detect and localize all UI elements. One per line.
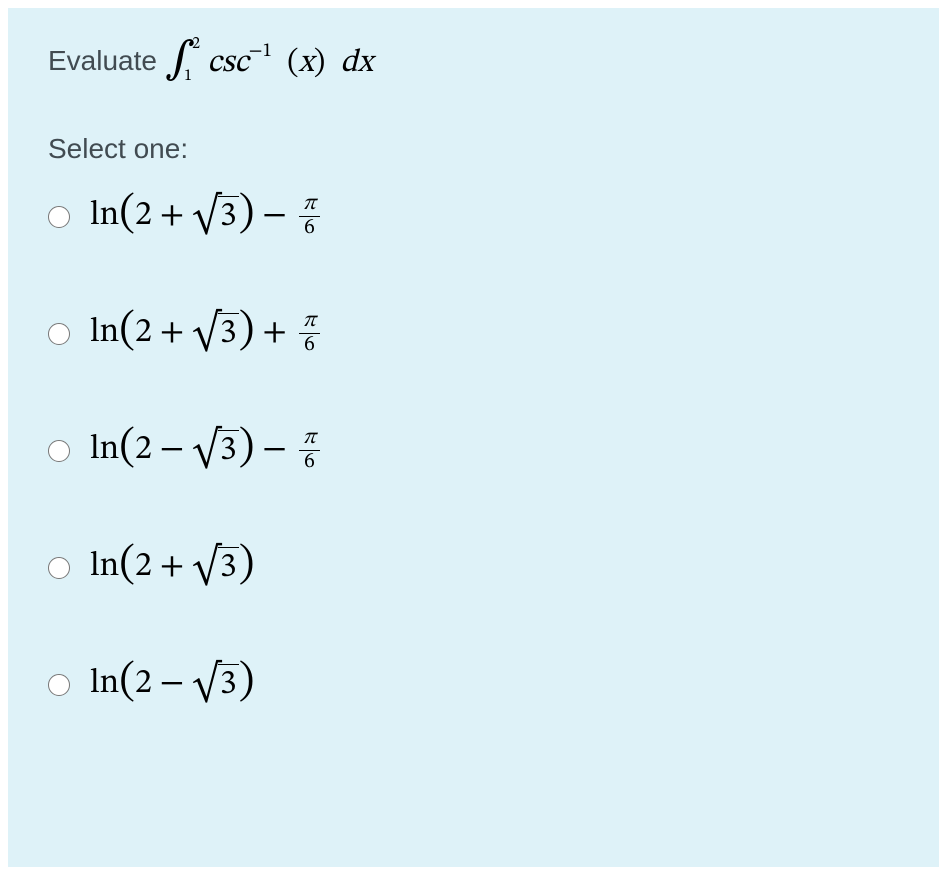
integral-upper-bound: 2 bbox=[192, 36, 200, 52]
option-inner-num: 2 bbox=[135, 663, 152, 706]
frac-den: 6 bbox=[300, 451, 319, 474]
option-radio-3[interactable] bbox=[48, 440, 70, 462]
sqrt-expr: √3 bbox=[192, 428, 238, 473]
option-tail-op: − bbox=[262, 195, 286, 238]
option-inner-num: 2 bbox=[135, 546, 152, 589]
option-inner-num: 2 bbox=[135, 429, 152, 472]
option-inner-op: − bbox=[160, 429, 184, 472]
option-math-5: ln ( 2 − √3 ) bbox=[90, 657, 254, 712]
sqrt-expr: √3 bbox=[192, 311, 238, 356]
frac-num: π bbox=[299, 427, 320, 451]
sqrt-arg: 3 bbox=[218, 430, 239, 472]
sqrt-expr: √3 bbox=[192, 545, 238, 590]
question-card: Evaluate ∫ 2 1 csc−1 (x) dx Select one: … bbox=[8, 8, 939, 867]
option-tail-op: − bbox=[262, 429, 286, 472]
option-radio-5[interactable] bbox=[48, 674, 70, 696]
integrand-argument: x bbox=[299, 47, 314, 79]
option-row: ln ( 2 + √3 ) bbox=[48, 540, 899, 595]
option-fraction: π 6 bbox=[299, 310, 320, 357]
sqrt-expr: √3 bbox=[192, 194, 238, 239]
sqrt-arg: 3 bbox=[218, 313, 239, 355]
option-ln: ln bbox=[90, 429, 119, 472]
option-row: ln ( 2 + √3 ) + π 6 bbox=[48, 306, 899, 361]
integrand-exponent: −1 bbox=[249, 41, 272, 61]
frac-num: π bbox=[299, 310, 320, 334]
option-math-1: ln ( 2 + √3 ) − π 6 bbox=[90, 189, 324, 244]
question-prefix: Evaluate bbox=[48, 45, 157, 77]
option-ln: ln bbox=[90, 195, 119, 238]
option-math-4: ln ( 2 + √3 ) bbox=[90, 540, 254, 595]
frac-den: 6 bbox=[300, 217, 319, 240]
option-fraction: π 6 bbox=[299, 193, 320, 240]
option-row: ln ( 2 + √3 ) − π 6 bbox=[48, 189, 899, 244]
question-math: ∫ 2 1 csc−1 (x) dx bbox=[165, 38, 373, 83]
option-inner-op: + bbox=[160, 312, 184, 355]
integrand-function: csc bbox=[208, 47, 249, 79]
option-ln: ln bbox=[90, 663, 119, 706]
option-radio-2[interactable] bbox=[48, 323, 70, 345]
sqrt-expr: √3 bbox=[192, 662, 238, 707]
question-prompt: Evaluate ∫ 2 1 csc−1 (x) dx bbox=[48, 38, 899, 83]
option-ln: ln bbox=[90, 312, 119, 355]
option-inner-op: + bbox=[160, 195, 184, 238]
option-radio-1[interactable] bbox=[48, 206, 70, 228]
option-inner-op: − bbox=[160, 663, 184, 706]
select-one-label: Select one: bbox=[48, 133, 899, 165]
option-math-3: ln ( 2 − √3 ) − π 6 bbox=[90, 423, 324, 478]
integral-lower-bound: 1 bbox=[184, 68, 192, 84]
option-row: ln ( 2 − √3 ) − π 6 bbox=[48, 423, 899, 478]
option-radio-4[interactable] bbox=[48, 557, 70, 579]
option-inner-op: + bbox=[160, 546, 184, 589]
differential: dx bbox=[340, 47, 373, 79]
option-ln: ln bbox=[90, 546, 119, 589]
option-tail-op: + bbox=[262, 312, 286, 355]
frac-num: π bbox=[299, 193, 320, 217]
option-inner-num: 2 bbox=[135, 195, 152, 238]
option-fraction: π 6 bbox=[299, 427, 320, 474]
sqrt-arg: 3 bbox=[218, 664, 239, 706]
sqrt-arg: 3 bbox=[218, 547, 239, 589]
option-inner-num: 2 bbox=[135, 312, 152, 355]
option-math-2: ln ( 2 + √3 ) + π 6 bbox=[90, 306, 324, 361]
integral-symbol: ∫ 2 1 bbox=[165, 38, 200, 82]
sqrt-arg: 3 bbox=[218, 196, 239, 238]
option-row: ln ( 2 − √3 ) bbox=[48, 657, 899, 712]
frac-den: 6 bbox=[300, 334, 319, 357]
